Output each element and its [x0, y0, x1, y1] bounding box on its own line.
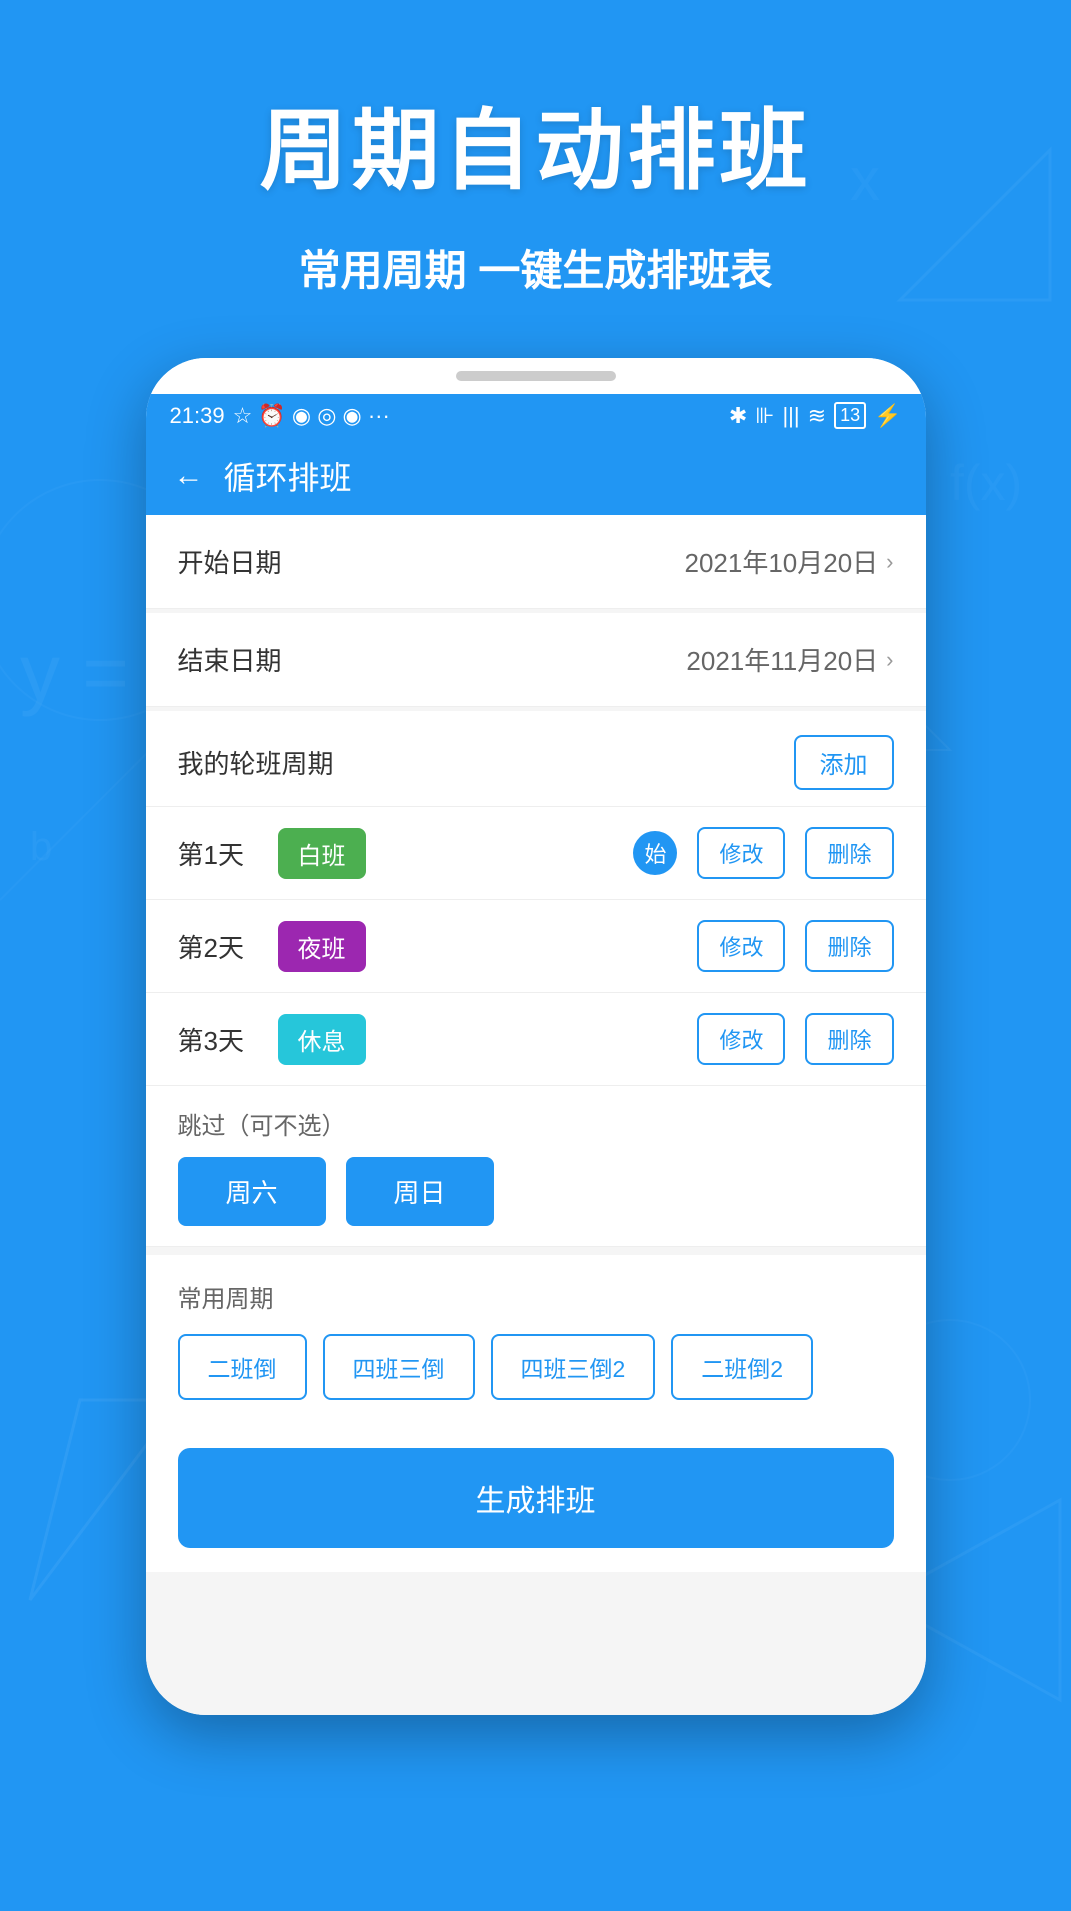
battery-icon: 13: [834, 402, 866, 429]
start-date-chevron-icon: ›: [886, 549, 893, 575]
skip-saturday-button[interactable]: 周六: [178, 1157, 326, 1226]
status-bar: 21:39 ☆ ⏰ ◉ ◎ ◉ ··· ✱ ⊪ ||| ≋ 13 ⚡: [146, 394, 926, 437]
skip-sunday-button[interactable]: 周日: [346, 1157, 494, 1226]
start-circle-1: 始: [633, 831, 677, 875]
cycle-button-2[interactable]: 四班三倒: [323, 1334, 475, 1400]
cycle-button-4[interactable]: 二班倒2: [671, 1334, 813, 1400]
bluetooth-icon: ✱: [729, 403, 747, 429]
shift-row-1: 第1天 白班 始 修改 删除: [146, 807, 926, 900]
phone-notch: [146, 358, 926, 394]
rotation-label: 我的轮班周期: [178, 744, 334, 781]
signal2-icon: |||: [782, 403, 799, 429]
shift-day-3: 第3天: [178, 1021, 258, 1058]
common-section: 常用周期 二班倒 四班三倒 四班三倒2 二班倒2: [146, 1255, 926, 1424]
cycle-button-1[interactable]: 二班倒: [178, 1334, 307, 1400]
skip-section: 跳过（可不选） 周六 周日: [146, 1086, 926, 1247]
end-date-label: 结束日期: [178, 641, 282, 678]
rotation-section-header: 我的轮班周期 添加: [146, 711, 926, 807]
generate-section: 生成排班: [146, 1424, 926, 1572]
sub-title: 常用周期 一键生成排班表: [0, 237, 1071, 298]
delete-button-3[interactable]: 删除: [805, 1013, 893, 1065]
app-header: ← 循环排班: [146, 437, 926, 515]
edit-button-1[interactable]: 修改: [697, 827, 785, 879]
shift-badge-3: 休息: [278, 1014, 366, 1065]
delete-button-1[interactable]: 删除: [805, 827, 893, 879]
status-right: ✱ ⊪ ||| ≋ 13 ⚡: [729, 402, 902, 429]
end-date-value: 2021年11月20日: [686, 641, 878, 678]
skip-title: 跳过（可不选）: [178, 1106, 894, 1141]
main-title: 周期自动排班: [0, 80, 1071, 207]
end-date-chevron-icon: ›: [886, 647, 893, 673]
back-button[interactable]: ←: [174, 459, 204, 493]
end-date-row[interactable]: 结束日期 2021年11月20日 ›: [146, 613, 926, 707]
shift-badge-1: 白班: [278, 828, 366, 879]
common-title: 常用周期: [178, 1279, 894, 1314]
signal-icon: ⊪: [755, 403, 774, 429]
phone-mockup-container: 21:39 ☆ ⏰ ◉ ◎ ◉ ··· ✱ ⊪ ||| ≋ 13 ⚡ ← 循环排…: [0, 358, 1071, 1715]
shift-day-2: 第2天: [178, 928, 258, 965]
add-button[interactable]: 添加: [794, 735, 894, 790]
generate-button[interactable]: 生成排班: [178, 1448, 894, 1548]
edit-button-2[interactable]: 修改: [697, 920, 785, 972]
status-icons: ☆ ⏰ ◉ ◎ ◉ ···: [233, 403, 390, 429]
end-date-value-area: 2021年11月20日 ›: [686, 641, 893, 678]
common-buttons: 二班倒 四班三倒 四班三倒2 二班倒2: [178, 1334, 894, 1400]
charge-icon: ⚡: [874, 403, 901, 429]
shift-day-1: 第1天: [178, 835, 258, 872]
status-left: 21:39 ☆ ⏰ ◉ ◎ ◉ ···: [170, 403, 390, 429]
phone-mockup: 21:39 ☆ ⏰ ◉ ◎ ◉ ··· ✱ ⊪ ||| ≋ 13 ⚡ ← 循环排…: [146, 358, 926, 1715]
wifi-icon: ≋: [808, 403, 826, 429]
hero-section: 周期自动排班 常用周期 一键生成排班表: [0, 0, 1071, 298]
cycle-button-3[interactable]: 四班三倒2: [491, 1334, 656, 1400]
skip-buttons: 周六 周日: [178, 1157, 894, 1226]
shift-row-3: 第3天 休息 修改 删除: [146, 993, 926, 1086]
content-area: 开始日期 2021年10月20日 › 结束日期 2021年11月20日 › 我的…: [146, 515, 926, 1715]
start-date-label: 开始日期: [178, 543, 282, 580]
delete-button-2[interactable]: 删除: [805, 920, 893, 972]
app-title: 循环排班: [224, 453, 352, 499]
status-time: 21:39: [170, 403, 225, 429]
notch-bar: [456, 371, 616, 381]
start-date-row[interactable]: 开始日期 2021年10月20日 ›: [146, 515, 926, 609]
shift-badge-2: 夜班: [278, 921, 366, 972]
edit-button-3[interactable]: 修改: [697, 1013, 785, 1065]
shift-row-2: 第2天 夜班 修改 删除: [146, 900, 926, 993]
start-date-value: 2021年10月20日: [684, 543, 878, 580]
start-date-value-area: 2021年10月20日 ›: [684, 543, 893, 580]
